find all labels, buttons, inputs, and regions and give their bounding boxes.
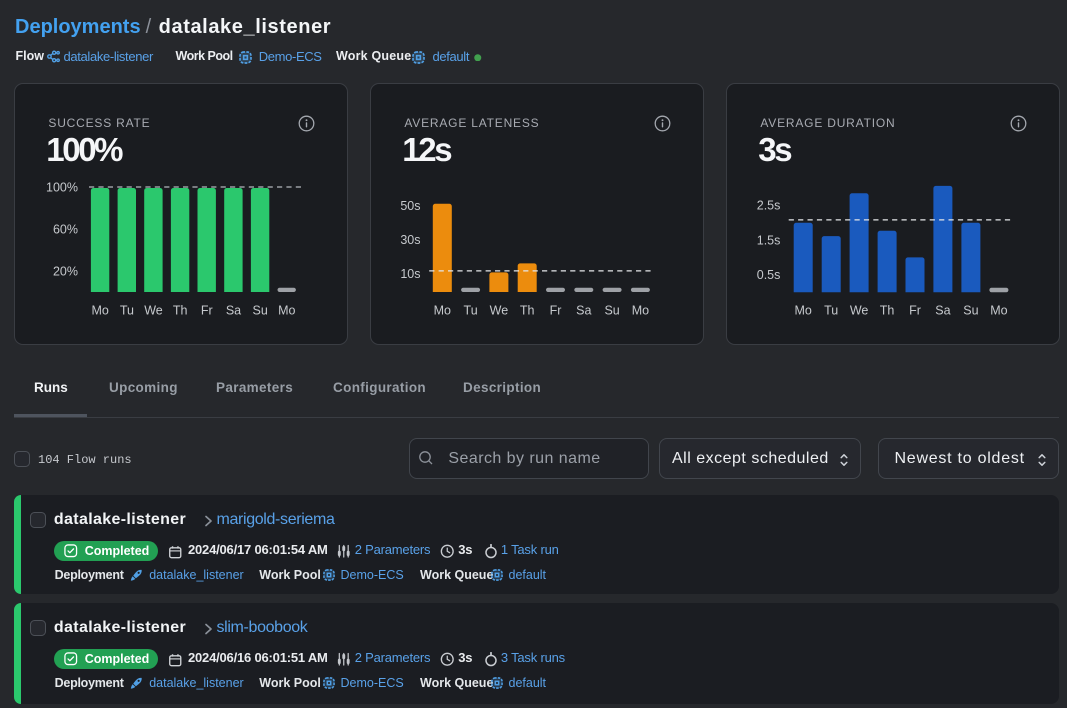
- svg-text:30s: 30s: [400, 233, 420, 247]
- svg-text:We: We: [144, 304, 163, 318]
- svg-text:Mo: Mo: [278, 304, 295, 318]
- svg-text:Su: Su: [604, 304, 619, 318]
- svg-text:Sa: Sa: [576, 304, 591, 318]
- svg-text:Th: Th: [173, 304, 188, 318]
- svg-text:Th: Th: [520, 304, 535, 318]
- svg-text:Th: Th: [880, 304, 895, 318]
- svg-text:100%: 100%: [46, 181, 78, 195]
- svg-text:Sa: Sa: [935, 304, 950, 318]
- svg-text:Mo: Mo: [990, 304, 1007, 318]
- svg-text:1.5s: 1.5s: [757, 233, 781, 247]
- svg-text:Tu: Tu: [824, 304, 838, 318]
- svg-text:Mo: Mo: [632, 304, 649, 318]
- svg-text:2.5s: 2.5s: [757, 199, 781, 213]
- svg-text:50s: 50s: [400, 199, 420, 213]
- svg-text:10s: 10s: [400, 267, 420, 281]
- svg-text:Fr: Fr: [550, 304, 562, 318]
- svg-text:Su: Su: [253, 304, 268, 318]
- svg-text:Sa: Sa: [226, 304, 241, 318]
- svg-text:0.5s: 0.5s: [757, 268, 781, 282]
- svg-text:Mo: Mo: [92, 304, 109, 318]
- svg-text:We: We: [490, 304, 509, 318]
- svg-text:Su: Su: [963, 304, 978, 318]
- svg-text:Mo: Mo: [795, 304, 812, 318]
- svg-text:We: We: [850, 304, 869, 318]
- svg-text:Fr: Fr: [201, 304, 213, 318]
- svg-text:20%: 20%: [53, 265, 78, 279]
- svg-text:Tu: Tu: [464, 304, 478, 318]
- svg-text:60%: 60%: [53, 223, 78, 237]
- svg-text:Fr: Fr: [909, 304, 921, 318]
- svg-text:Mo: Mo: [434, 304, 451, 318]
- svg-text:Tu: Tu: [120, 304, 134, 318]
